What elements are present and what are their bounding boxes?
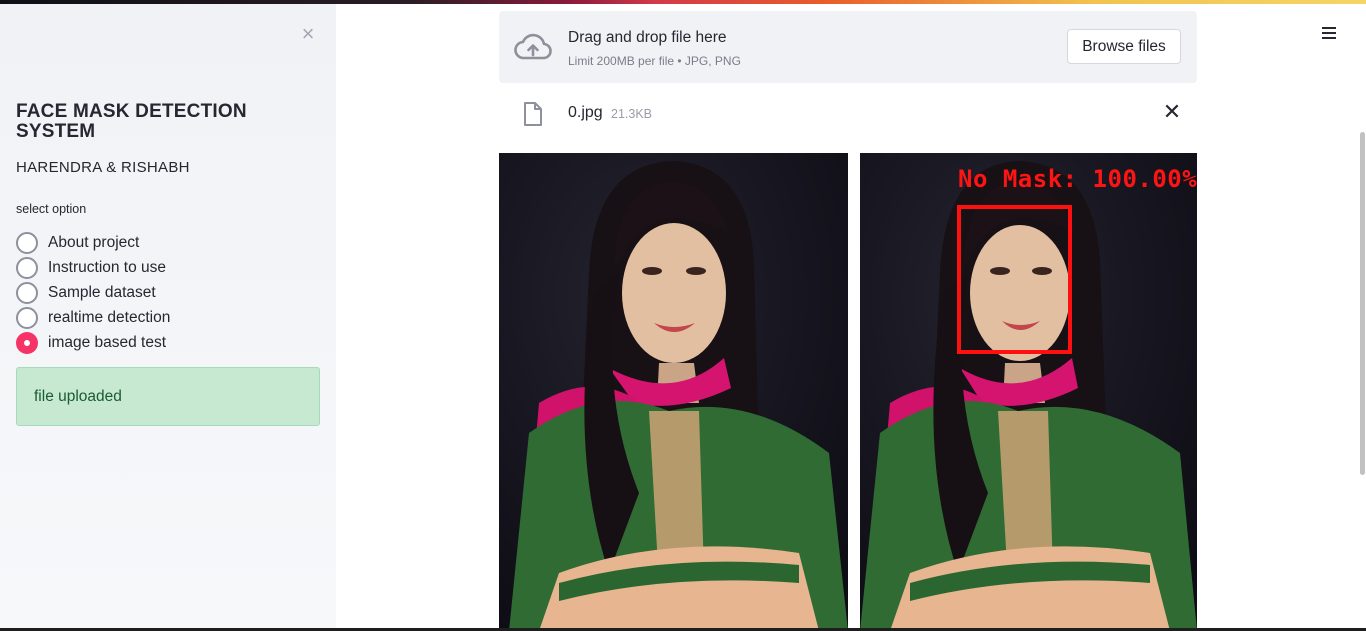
file-name: 0.jpg	[568, 104, 603, 121]
sidebar-close-icon[interactable]: ×	[298, 23, 318, 45]
scrollbar-thumb[interactable]	[1360, 132, 1365, 475]
radio-option-realtime-detection[interactable]: realtime detection	[16, 305, 170, 330]
radio-option-sample-dataset[interactable]: Sample dataset	[16, 280, 170, 305]
face-bounding-box	[957, 205, 1072, 354]
radio-option-label: Instruction to use	[48, 258, 167, 276]
radio-option-image-based-test[interactable]: image based test	[16, 330, 170, 355]
radio-button-selected-icon[interactable]	[16, 331, 38, 354]
radio-option-label: About project	[48, 233, 140, 251]
radio-option-label: Sample dataset	[48, 283, 156, 301]
dropzone-title: Drag and drop file here	[568, 29, 727, 46]
uploaded-file-row: 0.jpg 21.3KB ✕	[499, 96, 1197, 132]
sidebar: × FACE MASK DETECTION SYSTEM HARENDRA & …	[0, 4, 336, 631]
uploaded-image	[499, 153, 848, 631]
dropzone-limit-text: Limit 200MB per file • JPG, PNG	[568, 54, 741, 68]
success-message: file uploaded	[34, 387, 122, 405]
remove-file-icon[interactable]: ✕	[1162, 101, 1182, 123]
file-icon	[524, 102, 542, 126]
file-uploader-dropzone[interactable]: Drag and drop file here Limit 200MB per …	[499, 11, 1197, 83]
detection-label: No Mask: 100.00%	[958, 165, 1197, 193]
cloud-upload-icon	[514, 33, 552, 60]
radio-option-instruction[interactable]: Instruction to use	[16, 255, 170, 280]
option-radio-group: About project Instruction to use Sample …	[16, 230, 170, 355]
file-size: 21.3KB	[611, 107, 653, 121]
radio-group-label: select option	[16, 202, 87, 216]
radio-button-icon[interactable]	[16, 306, 38, 329]
radio-option-label: realtime detection	[48, 308, 171, 326]
hamburger-menu-icon[interactable]	[1320, 24, 1340, 42]
portrait-photo-original	[499, 153, 848, 631]
radio-option-label: image based test	[48, 333, 167, 351]
radio-option-about-project[interactable]: About project	[16, 230, 170, 255]
radio-button-icon[interactable]	[16, 281, 38, 304]
app-title: FACE MASK DETECTION SYSTEM	[16, 101, 247, 142]
detection-result-image: No Mask: 100.00%	[860, 153, 1197, 631]
browse-files-button[interactable]: Browse files	[1067, 29, 1181, 64]
upload-success-alert: file uploaded	[16, 367, 320, 426]
authors-text: HARENDRA & RISHABH	[16, 159, 190, 176]
radio-button-icon[interactable]	[16, 256, 38, 279]
radio-button-icon[interactable]	[16, 231, 38, 254]
